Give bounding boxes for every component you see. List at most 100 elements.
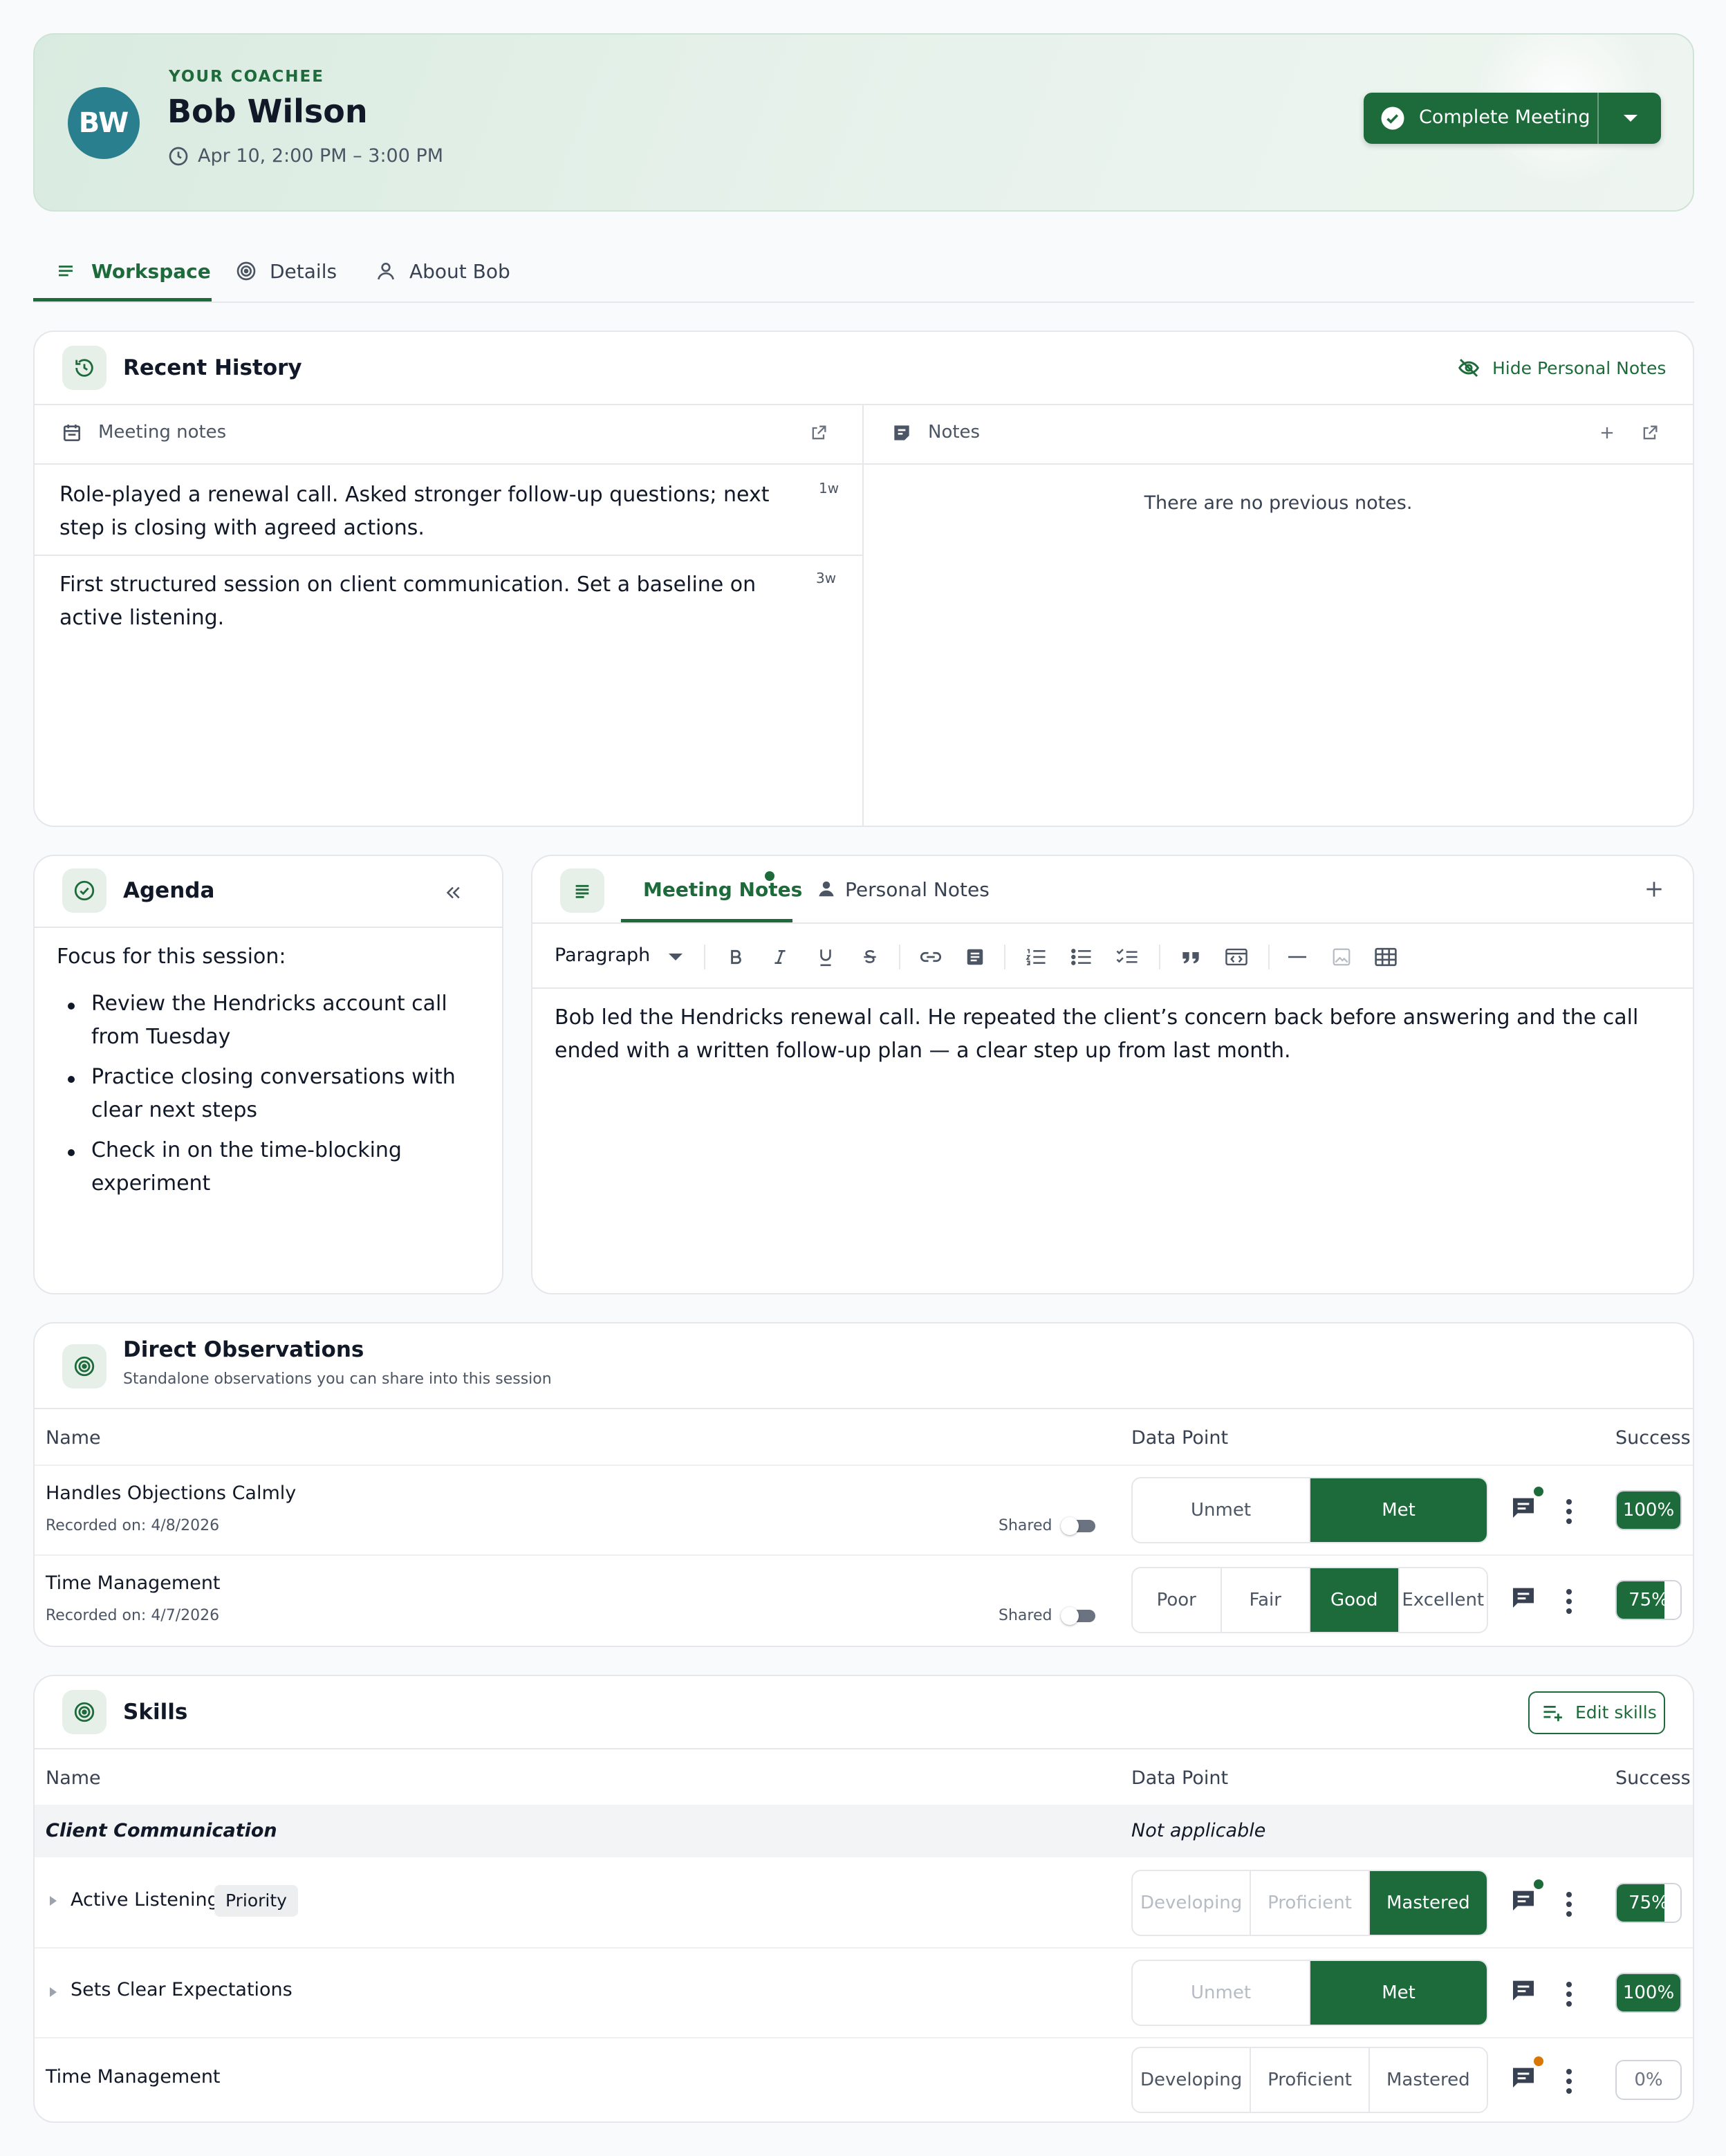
collapse-chevrons-icon[interactable] (443, 882, 463, 903)
skill-group-name: Client Communication (46, 1820, 277, 1841)
data-point-option[interactable]: Developing (1133, 2048, 1252, 2112)
agenda-item: Review the Hendricks account call from T… (91, 992, 447, 1049)
ordered-list-icon[interactable] (1022, 943, 1050, 971)
data-point-option[interactable]: Mastered (1369, 1871, 1487, 1935)
recent-history-title: Recent History (123, 355, 302, 380)
image-icon[interactable] (1328, 943, 1355, 971)
expand-caret-icon[interactable] (48, 1895, 58, 1907)
history-header-divider (35, 404, 1693, 405)
add-note-icon[interactable] (1597, 423, 1617, 443)
more-options-icon[interactable] (1566, 1892, 1572, 1921)
quote-icon[interactable] (1177, 943, 1205, 971)
observations-subtitle: Standalone observations you can share in… (123, 1370, 552, 1388)
hide-personal-notes-button[interactable]: Hide Personal Notes (1456, 355, 1666, 383)
skills-title: Skills (123, 1700, 188, 1725)
comment-icon[interactable] (1509, 2063, 1538, 2091)
data-point-option[interactable]: Fair (1222, 1568, 1310, 1632)
shared-toggle[interactable] (1061, 1607, 1095, 1625)
underline-icon[interactable] (812, 943, 839, 971)
data-point-option[interactable]: Proficient (1251, 2048, 1370, 2112)
eye-off-icon (1456, 357, 1481, 379)
bold-icon[interactable] (722, 943, 750, 971)
skill-group-data-point: Not applicable (1131, 1820, 1266, 1841)
history-icon (62, 346, 106, 390)
tab-workspace[interactable]: Workspace (33, 246, 212, 301)
embed-icon[interactable] (1223, 943, 1250, 971)
add-tab-icon[interactable] (1643, 878, 1665, 900)
list-item[interactable]: First structured session on client commu… (35, 556, 862, 646)
tab-details[interactable]: Details (228, 246, 339, 301)
skills-header-divider (35, 1748, 1693, 1749)
comment-icon[interactable] (1509, 1494, 1538, 1521)
italic-icon[interactable] (766, 943, 794, 971)
empty-notes-message: There are no previous notes. (1144, 492, 1413, 514)
data-point-option[interactable]: Developing (1133, 1871, 1252, 1935)
agenda-header-divider (35, 927, 502, 928)
more-options-icon[interactable] (1566, 1589, 1572, 1618)
bullet-list-icon[interactable] (1068, 943, 1095, 971)
comment-icon[interactable] (1509, 1583, 1538, 1611)
history-note-age: 1w (819, 480, 839, 496)
complete-meeting-split-button: Complete Meeting (1364, 93, 1661, 144)
tab-meeting-notes[interactable]: Meeting Notes (621, 859, 802, 922)
toolbar-separator (704, 945, 705, 969)
tab-details-label: Details (270, 260, 337, 283)
table-icon[interactable] (1372, 943, 1400, 971)
block-type-select[interactable]: Paragraph (553, 942, 692, 972)
column-header-name: Name (46, 1427, 101, 1449)
open-notes-external-icon[interactable] (1640, 423, 1660, 443)
target-icon (62, 1344, 106, 1388)
success-progress: 75% (1615, 1580, 1682, 1620)
success-label: 75% (1628, 1590, 1669, 1610)
data-point-option[interactable]: Mastered (1370, 2048, 1487, 2112)
skill-group-row: Client Communication Not applicable (35, 1805, 1693, 1857)
meeting-notes-label: Meeting notes (98, 422, 227, 443)
unsaved-dot (765, 871, 774, 881)
more-options-icon[interactable] (1566, 2069, 1572, 2098)
list-item[interactable]: Role-played a renewal call. Asked strong… (35, 465, 862, 555)
agenda-title: Agenda (123, 878, 215, 903)
target-icon (62, 1690, 106, 1734)
editor-content[interactable]: Bob led the Hendricks renewal call. He r… (555, 1001, 1661, 1068)
data-point-option[interactable]: Unmet (1133, 1478, 1310, 1542)
checklist-icon[interactable] (1113, 943, 1141, 971)
code-block-icon[interactable] (961, 943, 989, 971)
horizontal-rule-icon[interactable] (1283, 943, 1311, 971)
priority-badge: Priority (214, 1885, 298, 1917)
notes-label: Notes (928, 422, 981, 443)
data-point-option[interactable]: Met (1310, 1961, 1487, 2025)
open-external-icon[interactable] (809, 423, 828, 443)
data-point-option[interactable]: Met (1310, 1478, 1487, 1542)
data-point-option[interactable]: Good (1310, 1568, 1400, 1632)
comment-icon[interactable] (1509, 1976, 1538, 2004)
comment-icon[interactable] (1509, 1886, 1538, 1914)
edit-skills-button[interactable]: Edit skills (1528, 1691, 1665, 1734)
more-options-icon[interactable] (1566, 1982, 1572, 2011)
person-icon (375, 260, 397, 282)
expand-caret-icon[interactable] (48, 1986, 58, 1998)
tabs-divider (33, 301, 1694, 303)
avatar: BW (68, 87, 140, 159)
complete-meeting-button[interactable]: Complete Meeting (1364, 93, 1597, 144)
link-icon[interactable] (917, 943, 945, 971)
complete-options-chevron-icon[interactable] (1600, 93, 1661, 144)
observation-recorded: Recorded on: 4/7/2026 (46, 1607, 220, 1624)
data-point-option[interactable]: Poor (1133, 1568, 1222, 1632)
tab-about[interactable]: About Bob (366, 246, 519, 301)
check-circle-icon (62, 868, 106, 913)
agenda-item: Check in on the time-blocking experiment (91, 1138, 402, 1196)
notes-icon (891, 422, 913, 444)
data-point-option[interactable]: Proficient (1251, 1871, 1370, 1935)
shared-toggle[interactable] (1061, 1517, 1095, 1535)
more-options-icon[interactable] (1566, 1499, 1572, 1528)
skill-name: Active Listening (71, 1889, 219, 1911)
skill-data-point-selector: Developing Proficient Mastered (1131, 2047, 1488, 2113)
target-icon (235, 260, 257, 282)
strikethrough-icon[interactable] (856, 943, 884, 971)
data-point-option[interactable]: Excellent (1400, 1568, 1487, 1632)
data-point-option[interactable]: Unmet (1133, 1961, 1310, 2025)
clock-icon (167, 145, 189, 167)
agenda-bullet (68, 1149, 75, 1156)
tab-personal-notes[interactable]: Personal Notes (813, 859, 993, 922)
toolbar-separator (1004, 945, 1005, 969)
